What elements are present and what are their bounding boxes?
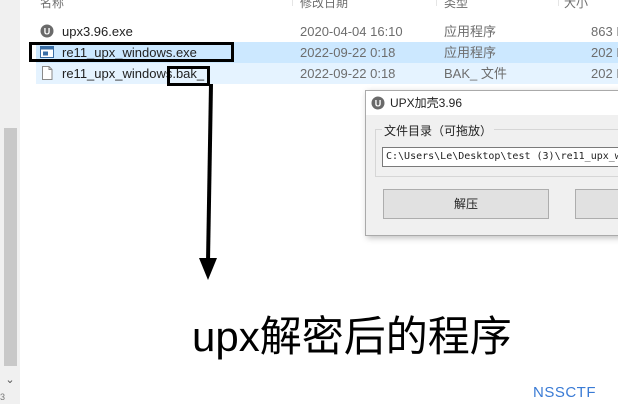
dialog-title: UPX加壳3.96 — [390, 96, 463, 110]
upx-app-icon: U — [371, 96, 385, 110]
file-icon — [42, 66, 53, 80]
unpack-button[interactable]: 解压 — [383, 189, 549, 219]
column-type-header[interactable]: 类型 — [444, 0, 468, 11]
svg-text:U: U — [44, 27, 51, 37]
watermark: NSSCTF — [533, 384, 596, 401]
svg-text:U: U — [375, 99, 382, 109]
column-header: 名称 修改日期 类型 大小 — [36, 0, 618, 10]
file-size: 202 I — [591, 66, 618, 81]
second-button[interactable] — [575, 189, 618, 219]
file-row[interactable]: U upx3.96.exe 2020-04-04 16:10 应用程序 863 … — [36, 21, 618, 42]
file-type: 应用程序 — [444, 24, 497, 39]
upx-app-icon: U — [40, 24, 54, 38]
file-date: 2022-09-22 0:18 — [300, 45, 396, 60]
dialog-titlebar[interactable]: U UPX加壳3.96 — [366, 91, 618, 115]
column-divider[interactable] — [292, 0, 293, 6]
column-date-header[interactable]: 修改日期 — [300, 0, 348, 11]
highlight-box-extension — [167, 66, 210, 86]
file-size: 202 I — [591, 45, 618, 60]
partial-text: 3 — [0, 392, 6, 402]
column-size-header[interactable]: 大小 — [564, 0, 588, 11]
annotation-caption: upx解密后的程序 — [192, 313, 512, 360]
scrollbar-thumb[interactable] — [4, 128, 17, 366]
column-divider[interactable] — [558, 0, 559, 6]
file-name: upx3.96.exe — [62, 24, 133, 39]
scroll-down-icon[interactable]: ⌄ — [0, 372, 20, 388]
file-type: BAK_ 文件 — [444, 66, 507, 81]
file-path-input[interactable]: C:\Users\Le\Desktop\test (3)\re11_upx_wi — [382, 147, 618, 167]
upx-dialog: U UPX加壳3.96 文件目录（可拖放） C:\Users\Le\Deskto… — [365, 90, 618, 236]
column-divider[interactable] — [436, 0, 437, 6]
highlight-box — [29, 42, 234, 62]
file-size: 863 I — [591, 24, 618, 39]
column-name-header[interactable]: 名称 — [40, 0, 64, 11]
vertical-scrollbar[interactable]: ⌄ 3 — [0, 0, 20, 404]
file-row-hover[interactable]: re11_upx_windows.bak_ 2022-09-22 0:18 BA… — [36, 63, 618, 84]
file-directory-label: 文件目录（可拖放） — [382, 122, 495, 139]
file-date: 2020-04-04 16:10 — [300, 24, 403, 39]
file-type: 应用程序 — [444, 45, 497, 60]
file-date: 2022-09-22 0:18 — [300, 66, 396, 81]
